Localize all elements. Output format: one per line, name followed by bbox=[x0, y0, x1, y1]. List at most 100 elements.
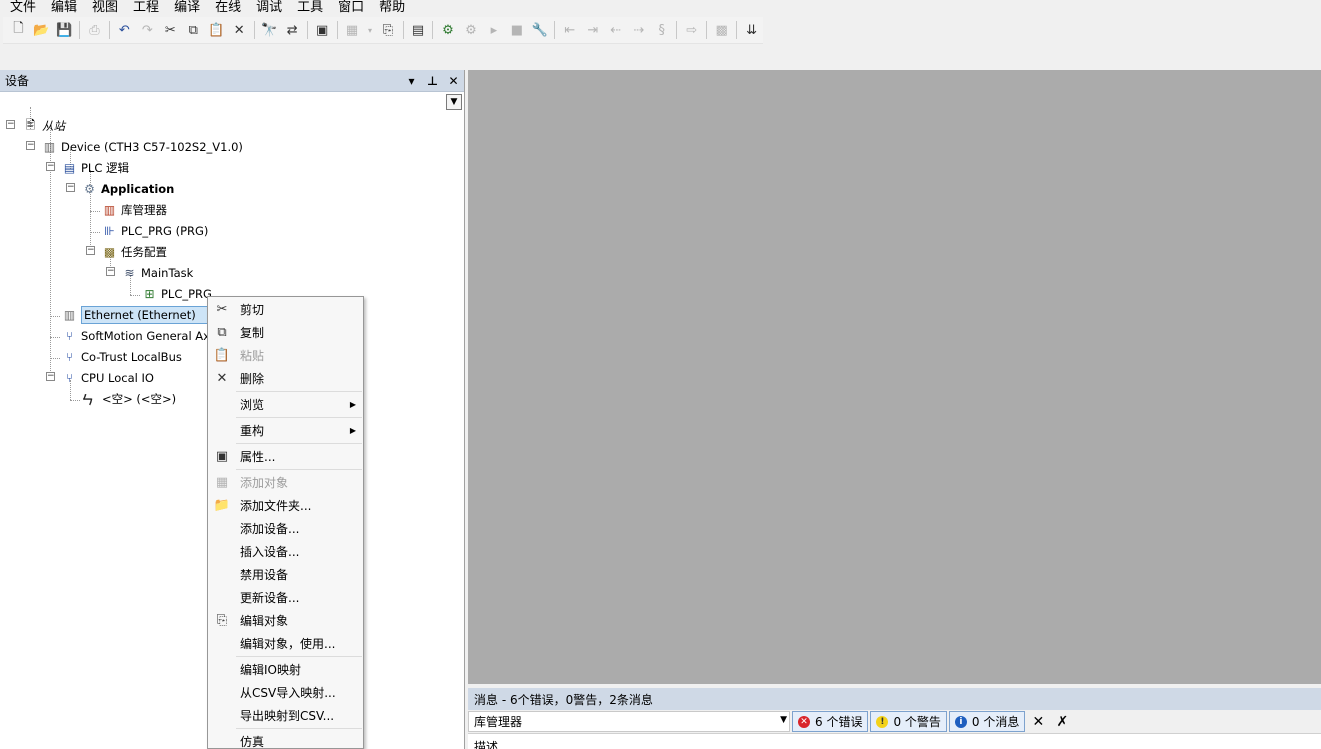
devices-panel-title: 设备 bbox=[5, 74, 30, 88]
tree-node-cpu-local-io[interactable]: ⑂ CPU Local IO bbox=[61, 368, 154, 388]
menu-item-update-device[interactable]: 更新设备... bbox=[208, 586, 363, 609]
undo-icon[interactable]: ↶ bbox=[115, 21, 133, 39]
clear-messages-icon[interactable]: ✕ bbox=[1027, 711, 1049, 732]
run-to-cursor-icon[interactable]: ⇢ bbox=[630, 21, 648, 39]
tree-node-empty-slot[interactable]: ㄣ <空> (<空>) bbox=[79, 389, 176, 409]
step-into-icon[interactable]: ⇥ bbox=[584, 21, 602, 39]
menu-item-delete[interactable]: ✕ 删除 bbox=[208, 367, 363, 390]
replace-icon[interactable]: ⇄ bbox=[283, 21, 301, 39]
tree-node-plc-logic[interactable]: ▤ PLC 逻辑 bbox=[61, 158, 129, 178]
menu-item-export-csv[interactable]: 导出映射到CSV... bbox=[208, 704, 363, 727]
tree-node-application[interactable]: ⚙ Application bbox=[81, 179, 174, 199]
menu-item-edit-io-mapping[interactable]: 编辑IO映射 bbox=[208, 658, 363, 681]
collapse-icon[interactable]: − bbox=[46, 372, 55, 381]
tree-node-main-task[interactable]: ≋ MainTask bbox=[121, 263, 193, 283]
menu-item-refactor[interactable]: 重构 ▶ bbox=[208, 419, 363, 442]
menu-item-cut[interactable]: ✂ 剪切 bbox=[208, 298, 363, 321]
next-statement-icon[interactable]: ⇨ bbox=[683, 21, 701, 39]
menu-item-edit-object-with[interactable]: 编辑对象，使用... bbox=[208, 632, 363, 655]
login-icon[interactable]: ⚙ bbox=[439, 21, 457, 39]
menu-window[interactable]: 窗口 bbox=[338, 1, 364, 15]
tree-dropdown-icon[interactable]: ▼ bbox=[446, 94, 462, 110]
tree-node-task-config[interactable]: ▩ 任务配置 bbox=[101, 242, 167, 262]
stop-icon[interactable]: ■ bbox=[508, 21, 526, 39]
window-icon[interactable]: ▣ bbox=[313, 21, 331, 39]
redo-icon[interactable]: ↷ bbox=[138, 21, 156, 39]
tree-node-localbus[interactable]: ⑂ Co-Trust LocalBus bbox=[61, 347, 182, 367]
tree-node-plc-prg[interactable]: ⊪ PLC_PRG (PRG) bbox=[101, 221, 208, 241]
collapse-icon[interactable]: − bbox=[26, 141, 35, 150]
menu-view[interactable]: 视图 bbox=[92, 1, 118, 15]
menu-item-insert-device[interactable]: 插入设备... bbox=[208, 540, 363, 563]
errors-filter-button[interactable]: ✕ 6 个错误 bbox=[792, 711, 869, 732]
save-icon[interactable]: 💾 bbox=[55, 21, 73, 39]
menu-build[interactable]: 编译 bbox=[174, 1, 200, 15]
print-icon[interactable]: ⎙ bbox=[85, 21, 103, 39]
collapse-icon[interactable]: − bbox=[106, 267, 115, 276]
close-icon[interactable]: ✕ bbox=[443, 74, 464, 88]
menu-item-disable-device[interactable]: 禁用设备 bbox=[208, 563, 363, 586]
force-values-icon[interactable]: ▩ bbox=[713, 21, 731, 39]
grid-icon[interactable]: ▦ bbox=[343, 21, 361, 39]
run-icon[interactable]: ▸ bbox=[485, 21, 503, 39]
menu-edit[interactable]: 编辑 bbox=[51, 1, 77, 15]
toolbar-options-icon[interactable]: ⇊ bbox=[743, 21, 761, 39]
menu-item-copy[interactable]: ⧉ 复制 bbox=[208, 321, 363, 344]
menu-item-add-device[interactable]: 添加设备... bbox=[208, 517, 363, 540]
clear-filtered-icon[interactable]: ✗ bbox=[1051, 711, 1073, 732]
menu-project[interactable]: 工程 bbox=[133, 1, 159, 15]
tree-node-library-manager[interactable]: ▥ 库管理器 bbox=[101, 200, 167, 220]
step-over-icon[interactable]: ⇤ bbox=[561, 21, 579, 39]
toolbar-separator bbox=[736, 21, 738, 39]
tree-node-device[interactable]: ▥ Device (CTH3 C57-102S2_V1.0) bbox=[41, 137, 243, 157]
menu-help[interactable]: 帮助 bbox=[379, 1, 405, 15]
menu-separator bbox=[236, 728, 362, 729]
tools-icon[interactable]: 🔧 bbox=[531, 21, 549, 39]
dropdown-arrow-icon[interactable]: ▾ bbox=[366, 21, 374, 39]
breakpoint-icon[interactable]: § bbox=[653, 21, 671, 39]
new-project-icon[interactable]: 🗋 bbox=[10, 21, 28, 39]
infos-filter-button[interactable]: i 0 个消息 bbox=[948, 711, 1026, 732]
menu-online[interactable]: 在线 bbox=[215, 1, 241, 15]
pin-icon[interactable]: ⊥ bbox=[422, 74, 443, 88]
messages-toolbar: 库管理器 ▼ ✕ 6 个错误 ! 0 个警告 i 0 个消息 ✕ ✗ bbox=[468, 710, 1321, 733]
menu-item-simulation[interactable]: 仿真 bbox=[208, 730, 363, 749]
find-icon[interactable]: 🔭 bbox=[260, 21, 278, 39]
collapse-icon[interactable]: − bbox=[46, 162, 55, 171]
menu-file[interactable]: 文件 bbox=[10, 1, 36, 15]
description-column-header[interactable]: 描述 bbox=[474, 740, 498, 749]
tree-node-label: PLC_PRG bbox=[161, 287, 212, 301]
open-project-icon[interactable]: 📂 bbox=[32, 21, 50, 39]
collapse-icon[interactable]: − bbox=[66, 183, 75, 192]
menu-item-edit-object[interactable]: ⎘ 编辑对象 bbox=[208, 609, 363, 632]
menu-item-label: 编辑IO映射 bbox=[240, 663, 301, 677]
build-icon[interactable]: ▤ bbox=[409, 21, 427, 39]
menu-tools[interactable]: 工具 bbox=[297, 1, 323, 15]
message-source-select[interactable]: 库管理器 ▼ bbox=[468, 711, 790, 732]
paste-icon[interactable]: 📋 bbox=[207, 21, 225, 39]
panel-menu-icon[interactable]: ▾ bbox=[401, 74, 422, 88]
tree-node-root[interactable]: 🖹 从站 bbox=[22, 116, 65, 136]
tree-line bbox=[50, 316, 60, 317]
export-icon[interactable]: ⎘ bbox=[379, 21, 397, 39]
menu-item-properties[interactable]: ▣ 属性... bbox=[208, 445, 363, 468]
menu-item-paste[interactable]: 📋 粘贴 bbox=[208, 344, 363, 367]
tree-node-main-task-plc-prg[interactable]: ⊞ PLC_PRG bbox=[141, 284, 212, 304]
logout-icon[interactable]: ⚙ bbox=[462, 21, 480, 39]
toolbar-separator bbox=[306, 21, 308, 39]
toolbar: 🗋 📂 💾 ⎙ ↶ ↷ ✂ ⧉ 📋 ✕ 🔭 ⇄ ▣ ▦ ▾ ⎘ ▤ ⚙ ⚙ ▸ … bbox=[3, 17, 763, 44]
menu-separator bbox=[236, 391, 362, 392]
delete-icon[interactable]: ✕ bbox=[230, 21, 248, 39]
copy-icon[interactable]: ⧉ bbox=[184, 21, 202, 39]
menu-item-browse[interactable]: 浏览 ▶ bbox=[208, 393, 363, 416]
task-stack-icon: ≋ bbox=[124, 266, 135, 280]
collapse-icon[interactable]: − bbox=[86, 246, 95, 255]
menu-debug[interactable]: 调试 bbox=[256, 1, 282, 15]
cut-icon[interactable]: ✂ bbox=[161, 21, 179, 39]
menu-item-import-csv[interactable]: 从CSV导入映射... bbox=[208, 681, 363, 704]
menu-item-add-object[interactable]: ▦ 添加对象 bbox=[208, 471, 363, 494]
warnings-filter-button[interactable]: ! 0 个警告 bbox=[870, 711, 947, 732]
step-out-icon[interactable]: ⇠ bbox=[607, 21, 625, 39]
menu-item-add-folder[interactable]: 📁 添加文件夹... bbox=[208, 494, 363, 517]
collapse-icon[interactable]: − bbox=[6, 120, 15, 129]
